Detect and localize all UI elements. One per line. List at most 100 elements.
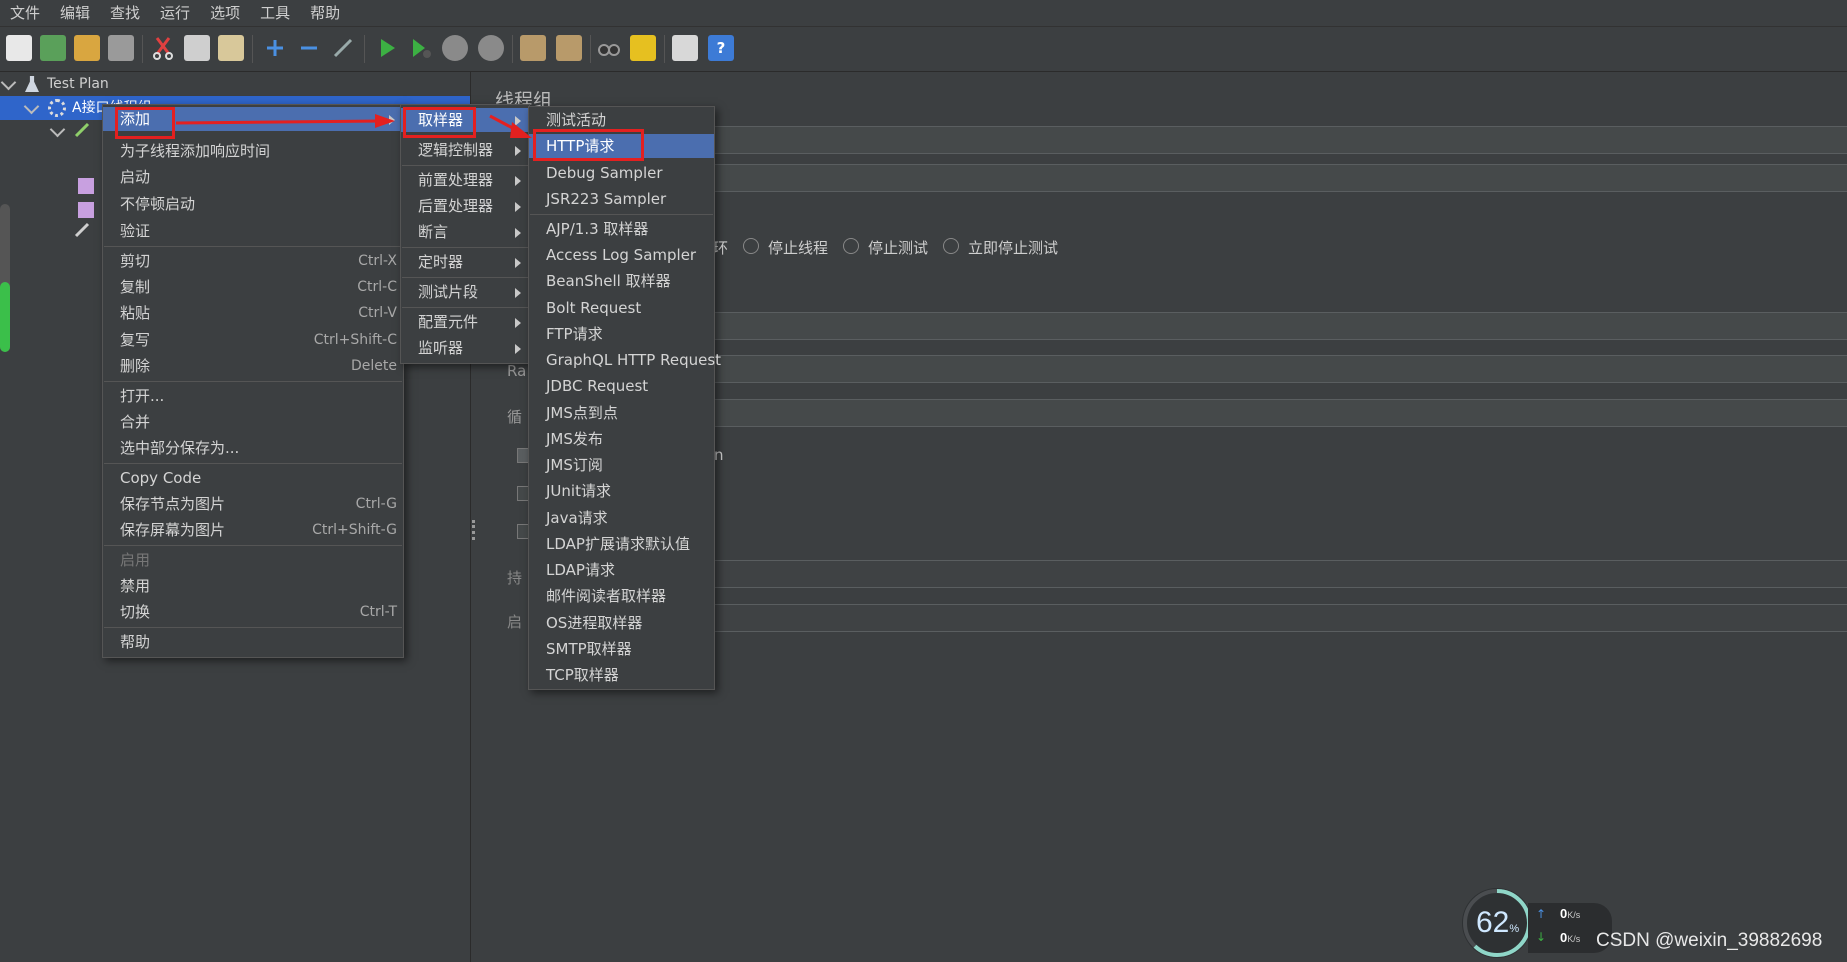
- ramp-up-field[interactable]: [711, 355, 1847, 383]
- sampler-item-graphql[interactable]: GraphQL HTTP Request: [529, 348, 721, 372]
- menu-item-merge[interactable]: 合并: [103, 410, 403, 434]
- menu-item-validate[interactable]: 验证: [103, 219, 403, 243]
- sampler-item-jms-subscribe[interactable]: JMS订阅: [529, 453, 714, 477]
- menu-edit[interactable]: 编辑: [50, 0, 100, 26]
- cut-icon[interactable]: [150, 35, 176, 61]
- copy-icon[interactable]: [184, 35, 210, 61]
- shutdown-icon[interactable]: [478, 35, 504, 61]
- save-icon[interactable]: [108, 35, 134, 61]
- sampler-icon: [74, 222, 90, 238]
- sampler-item-smtp[interactable]: SMTP取样器: [529, 637, 714, 661]
- menu-item-delete[interactable]: 删除 Delete: [103, 354, 403, 378]
- help-icon[interactable]: ?: [708, 35, 734, 61]
- sampler-item-ajp[interactable]: AJP/1.3 取样器: [529, 217, 714, 241]
- sampler-item-ftp[interactable]: FTP请求: [529, 322, 714, 346]
- annotation-box-add: [115, 107, 175, 139]
- sampler-item-beanshell[interactable]: BeanShell 取样器: [529, 269, 714, 293]
- splitter-handle[interactable]: [472, 520, 479, 540]
- menu-tools[interactable]: 工具: [250, 0, 300, 26]
- sampler-item-jms-publish[interactable]: JMS发布: [529, 427, 714, 451]
- radio-stop-test-now[interactable]: [943, 238, 959, 254]
- menu-item-copy[interactable]: 复制 Ctrl-C: [103, 275, 403, 299]
- sampler-item-java[interactable]: Java请求: [529, 506, 714, 530]
- menu-bar: 文件 编辑 查找 运行 选项 工具 帮助: [0, 0, 1847, 27]
- menu-item-label: 邮件阅读者取样器: [546, 587, 667, 605]
- sampler-item-mail-reader[interactable]: 邮件阅读者取样器: [529, 584, 714, 608]
- sampler-item-debug-sampler[interactable]: Debug Sampler: [529, 161, 714, 185]
- menu-file[interactable]: 文件: [0, 0, 50, 26]
- clear-icon[interactable]: [520, 35, 546, 61]
- menu-item-toggle[interactable]: 切换 Ctrl-T: [103, 600, 403, 624]
- clear-all-icon[interactable]: [556, 35, 582, 61]
- submenu-item-assertion[interactable]: 断言: [401, 220, 529, 244]
- submenu-item-timer[interactable]: 定时器: [401, 250, 529, 274]
- submenu-item-pre-processor[interactable]: 前置处理器: [401, 168, 529, 192]
- comment-field[interactable]: [711, 164, 1847, 192]
- menu-item-open[interactable]: 打开...: [103, 384, 403, 408]
- loop-field[interactable]: [711, 399, 1847, 427]
- toggle-icon[interactable]: [330, 35, 356, 61]
- submenu-arrow-icon: [515, 318, 521, 328]
- menu-options[interactable]: 选项: [200, 0, 250, 26]
- upload-arrow-icon: ↑: [1536, 907, 1547, 921]
- menu-item-label: JMS发布: [546, 430, 603, 448]
- open-icon[interactable]: [74, 35, 100, 61]
- sampler-item-ldap-ext[interactable]: LDAP扩展请求默认值: [529, 532, 714, 556]
- reset-search-icon[interactable]: [630, 35, 656, 61]
- listener-icon: [78, 202, 94, 218]
- templates-icon[interactable]: [40, 35, 66, 61]
- start-no-pause-icon[interactable]: [408, 35, 434, 61]
- stop-icon[interactable]: [442, 35, 468, 61]
- sampler-item-tcp[interactable]: TCP取样器: [529, 663, 714, 687]
- submenu-item-listener[interactable]: 监听器: [401, 336, 529, 360]
- threads-field[interactable]: [711, 312, 1847, 340]
- menu-item-save-node-image[interactable]: 保存节点为图片 Ctrl-G: [103, 492, 403, 516]
- sampler-item-access-log[interactable]: Access Log Sampler: [529, 243, 714, 267]
- sampler-item-ldap[interactable]: LDAP请求: [529, 558, 714, 582]
- paste-icon[interactable]: [218, 35, 244, 61]
- collapse-icon[interactable]: [296, 35, 322, 61]
- duration-field[interactable]: [711, 560, 1847, 588]
- menu-item-label: 帮助: [120, 633, 151, 651]
- search-icon[interactable]: [596, 35, 622, 61]
- submenu-item-post-processor[interactable]: 后置处理器: [401, 194, 529, 218]
- menu-item-label: 复制: [120, 278, 151, 296]
- name-field[interactable]: [711, 126, 1847, 154]
- menu-item-cut[interactable]: 剪切 Ctrl-X: [103, 249, 403, 273]
- menu-item-label: 配置元件: [418, 313, 479, 331]
- new-icon[interactable]: [6, 35, 32, 61]
- menu-item-start-no-pause[interactable]: 不停顿启动: [103, 192, 403, 216]
- menu-item-disable[interactable]: 禁用: [103, 574, 403, 598]
- function-helper-icon[interactable]: [672, 35, 698, 61]
- menu-item-save-selection-as[interactable]: 选中部分保存为...: [103, 436, 403, 460]
- sampler-item-jsr223-sampler[interactable]: JSR223 Sampler: [529, 187, 714, 211]
- sampler-item-junit[interactable]: JUnit请求: [529, 479, 714, 503]
- start-icon[interactable]: [374, 35, 400, 61]
- startup-delay-label: 启: [507, 613, 523, 631]
- menu-item-help[interactable]: 帮助: [103, 630, 403, 654]
- menu-item-start[interactable]: 启动: [103, 165, 403, 189]
- radio-stop-test[interactable]: [843, 238, 859, 254]
- menu-help[interactable]: 帮助: [300, 0, 350, 26]
- submenu-item-test-fragment[interactable]: 测试片段: [401, 280, 529, 304]
- menu-item-paste[interactable]: 粘贴 Ctrl-V: [103, 301, 403, 325]
- menu-item-save-screen-image[interactable]: 保存屏幕为图片 Ctrl+Shift-G: [103, 518, 403, 542]
- sampler-item-jms-p2p[interactable]: JMS点到点: [529, 401, 714, 425]
- menu-item-shortcut: Ctrl-T: [359, 604, 397, 620]
- startup-delay-field[interactable]: [711, 604, 1847, 632]
- chevron-down-icon[interactable]: [49, 121, 66, 138]
- menu-item-copy-code[interactable]: Copy Code: [103, 466, 403, 490]
- menu-search[interactable]: 查找: [100, 0, 150, 26]
- menu-run[interactable]: 运行: [150, 0, 200, 26]
- annotation-arrowhead: [375, 114, 395, 128]
- expand-icon[interactable]: [262, 35, 288, 61]
- sampler-item-jdbc[interactable]: JDBC Request: [529, 374, 714, 398]
- sampler-item-bolt[interactable]: Bolt Request: [529, 296, 714, 320]
- submenu-arrow-icon: [515, 258, 521, 268]
- menu-item-duplicate[interactable]: 复写 Ctrl+Shift-C: [103, 328, 403, 352]
- sampler-item-os-process[interactable]: OS进程取样器: [529, 611, 714, 635]
- chevron-down-icon[interactable]: [0, 74, 17, 91]
- submenu-item-config-element[interactable]: 配置元件: [401, 310, 529, 334]
- tree-node-test-plan[interactable]: Test Plan: [25, 72, 109, 96]
- radio-stop-thread[interactable]: [743, 238, 759, 254]
